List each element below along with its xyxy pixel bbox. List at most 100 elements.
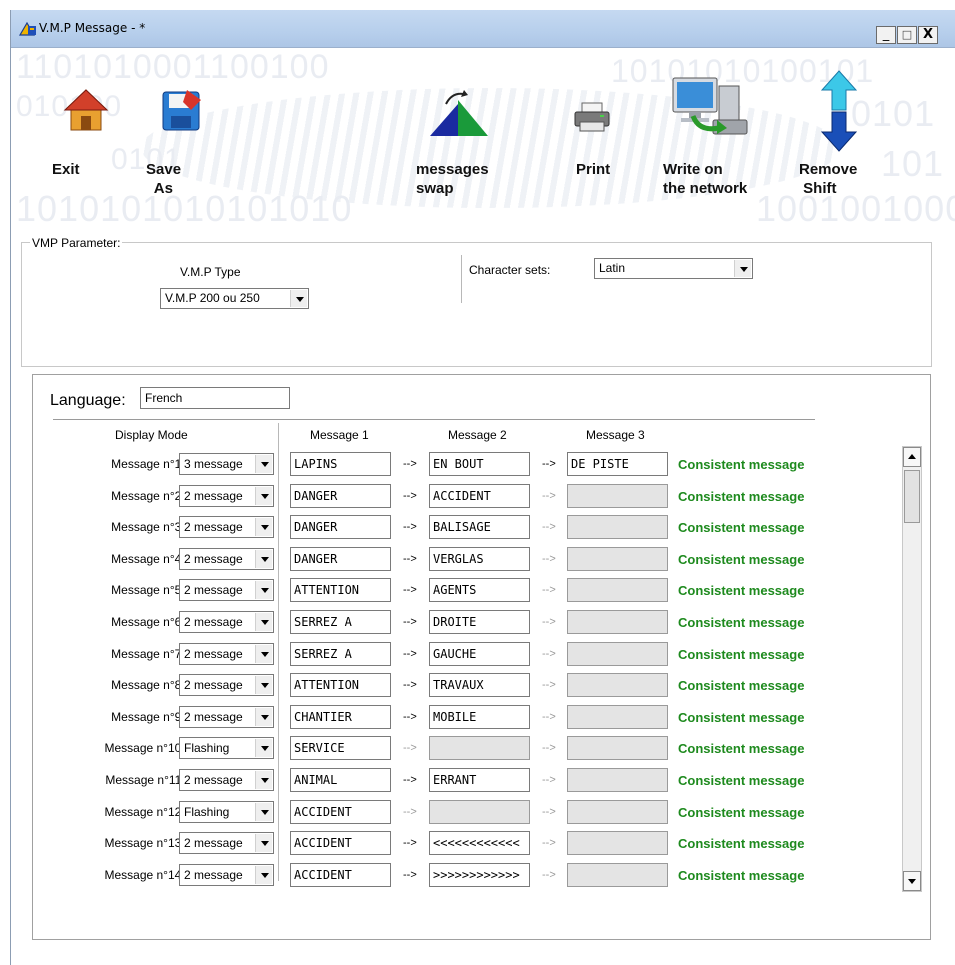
message1-input[interactable]: ACCIDENT bbox=[290, 799, 391, 824]
arrow-indicator: --> bbox=[403, 742, 417, 755]
scroll-up-icon[interactable] bbox=[903, 447, 921, 467]
exit-button[interactable]: Exit bbox=[51, 80, 121, 210]
message1-input[interactable]: DANGER bbox=[290, 483, 391, 508]
arrow-indicator: --> bbox=[403, 679, 417, 692]
vertical-scrollbar[interactable] bbox=[902, 446, 922, 892]
message1-input[interactable]: SERVICE bbox=[290, 736, 391, 761]
display-mode-select[interactable]: 3 message bbox=[179, 453, 274, 475]
message1-input[interactable]: ACCIDENT bbox=[290, 862, 391, 887]
print-button[interactable]: Print bbox=[556, 80, 626, 210]
message3-input[interactable] bbox=[567, 578, 668, 603]
maximize-button[interactable]: □ bbox=[897, 26, 917, 44]
message2-input[interactable]: EN BOUT bbox=[429, 452, 530, 476]
message3-input[interactable] bbox=[567, 799, 668, 824]
message3-input[interactable] bbox=[567, 515, 668, 540]
message3-input[interactable] bbox=[567, 641, 668, 666]
chevron-down-icon[interactable] bbox=[734, 260, 751, 277]
message3-input[interactable]: DE PISTE bbox=[567, 452, 668, 476]
message1-input[interactable]: LAPINS bbox=[290, 452, 391, 476]
write-on-network-button[interactable]: Write on the network bbox=[663, 76, 775, 210]
display-mode-select[interactable]: 2 message bbox=[179, 611, 274, 633]
message2-input[interactable]: VERGLAS bbox=[429, 546, 530, 571]
chevron-down-icon[interactable] bbox=[255, 455, 272, 473]
app-icon bbox=[19, 22, 36, 36]
message2-input[interactable]: GAUCHE bbox=[429, 641, 530, 666]
message2-input[interactable]: MOBILE bbox=[429, 704, 530, 729]
message1-input[interactable]: DANGER bbox=[290, 515, 391, 540]
chevron-down-icon[interactable] bbox=[255, 581, 272, 600]
message1-input[interactable]: ACCIDENT bbox=[290, 831, 391, 856]
chevron-down-icon[interactable] bbox=[255, 802, 272, 821]
message-row: Message n°3 :2 message DANGER --> BALISAGE -… bbox=[33, 514, 913, 540]
message2-input[interactable] bbox=[429, 736, 530, 761]
message3-input[interactable] bbox=[567, 736, 668, 761]
message3-input[interactable] bbox=[567, 831, 668, 856]
message1-input[interactable]: CHANTIER bbox=[290, 704, 391, 729]
message3-input[interactable] bbox=[567, 704, 668, 729]
message-row: Message n°1 :3 message LAPINS --> EN BOUT --… bbox=[33, 451, 913, 477]
message1-input[interactable]: ATTENTION bbox=[290, 578, 391, 603]
message1-input[interactable]: SERREZ A bbox=[290, 641, 391, 666]
message3-input[interactable] bbox=[567, 483, 668, 508]
save-as-button[interactable]: Save As bbox=[146, 80, 216, 210]
display-mode-value: 2 message bbox=[184, 646, 243, 661]
scroll-down-icon[interactable] bbox=[903, 871, 921, 891]
display-mode-select[interactable]: 2 message bbox=[179, 705, 274, 728]
remove-shift-button[interactable]: Remove Shift bbox=[799, 70, 879, 210]
display-mode-select[interactable]: 2 message bbox=[179, 516, 274, 539]
charset-select[interactable]: Latin bbox=[594, 258, 753, 279]
message2-input[interactable]: ACCIDENT bbox=[429, 483, 530, 508]
message2-input[interactable]: DROITE bbox=[429, 610, 530, 634]
message3-input[interactable] bbox=[567, 673, 668, 698]
display-mode-select[interactable]: 2 message bbox=[179, 863, 274, 886]
display-mode-select[interactable]: 2 message bbox=[179, 674, 274, 697]
vmp-type-select[interactable]: V.M.P 200 ou 250 bbox=[160, 288, 309, 309]
message2-input[interactable]: BALISAGE bbox=[429, 515, 530, 540]
scroll-thumb[interactable] bbox=[904, 470, 920, 523]
title-bar[interactable]: V.M.P Message - * _ □ X bbox=[11, 10, 955, 48]
close-button[interactable]: X bbox=[918, 26, 938, 44]
message2-input[interactable]: TRAVAUX bbox=[429, 673, 530, 698]
chevron-down-icon[interactable] bbox=[255, 865, 272, 884]
message2-input[interactable]: >>>>>>>>>>>> bbox=[429, 862, 530, 887]
message3-input[interactable] bbox=[567, 610, 668, 634]
message2-input[interactable]: ERRANT bbox=[429, 768, 530, 792]
chevron-down-icon[interactable] bbox=[255, 771, 272, 789]
message1-input[interactable]: DANGER bbox=[290, 546, 391, 571]
messages-swap-button[interactable]: messages swap bbox=[416, 80, 511, 210]
message2-input[interactable]: <<<<<<<<<<<< bbox=[429, 831, 530, 856]
message1-input[interactable]: ATTENTION bbox=[290, 673, 391, 698]
display-mode-select[interactable]: 2 message bbox=[179, 769, 274, 791]
display-mode-select[interactable]: 2 message bbox=[179, 832, 274, 855]
message-row: Message n°6 :2 message SERREZ A --> DROITE -… bbox=[33, 609, 913, 635]
arrow-indicator: --> bbox=[542, 489, 556, 502]
message2-input[interactable] bbox=[429, 799, 530, 824]
message2-input[interactable]: AGENTS bbox=[429, 578, 530, 603]
message3-input[interactable] bbox=[567, 768, 668, 792]
arrow-indicator: --> bbox=[403, 552, 417, 565]
display-mode-value: 2 message bbox=[184, 678, 243, 693]
message3-input[interactable] bbox=[567, 546, 668, 571]
display-mode-select[interactable]: 2 message bbox=[179, 579, 274, 602]
language-input[interactable]: French bbox=[140, 387, 290, 409]
chevron-down-icon[interactable] bbox=[255, 518, 272, 537]
display-mode-select[interactable]: Flashing bbox=[179, 800, 274, 823]
chevron-down-icon[interactable] bbox=[255, 739, 272, 758]
chevron-down-icon[interactable] bbox=[255, 644, 272, 663]
display-mode-select[interactable]: 2 message bbox=[179, 642, 274, 665]
minimize-button[interactable]: _ bbox=[876, 26, 896, 44]
display-mode-select[interactable]: 2 message bbox=[179, 547, 274, 570]
message3-input[interactable] bbox=[567, 862, 668, 887]
chevron-down-icon[interactable] bbox=[255, 549, 272, 568]
chevron-down-icon[interactable] bbox=[255, 834, 272, 853]
chevron-down-icon[interactable] bbox=[255, 707, 272, 726]
display-mode-select[interactable]: Flashing bbox=[179, 737, 274, 760]
message1-input[interactable]: SERREZ A bbox=[290, 610, 391, 634]
chevron-down-icon[interactable] bbox=[255, 486, 272, 505]
chevron-down-icon[interactable] bbox=[255, 676, 272, 695]
display-mode-value: 2 message bbox=[184, 551, 243, 566]
chevron-down-icon[interactable] bbox=[255, 613, 272, 631]
message1-input[interactable]: ANIMAL bbox=[290, 768, 391, 792]
chevron-down-icon[interactable] bbox=[290, 290, 307, 307]
display-mode-select[interactable]: 2 message bbox=[179, 484, 274, 507]
